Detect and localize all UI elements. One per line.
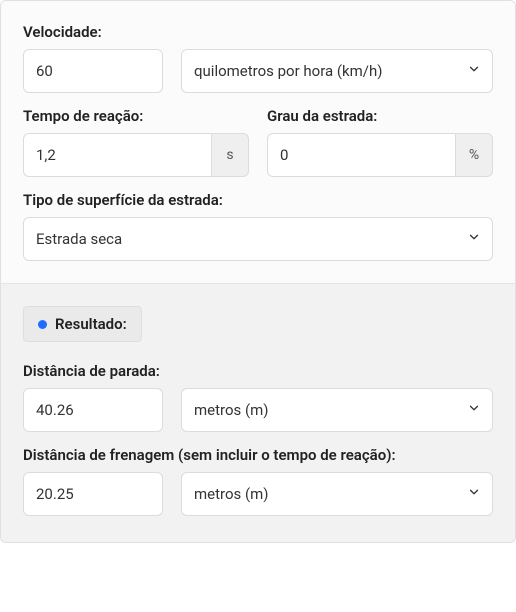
speed-label: Velocidade: bbox=[23, 23, 493, 41]
braking-distance-output[interactable] bbox=[23, 472, 163, 516]
stopping-distance-form: Velocidade: quilometros por hora (km/h) … bbox=[0, 0, 516, 543]
result-dot-icon bbox=[38, 320, 47, 329]
inputs-section: Velocidade: quilometros por hora (km/h) … bbox=[1, 1, 515, 283]
results-section: Resultado: Distância de parada: metros (… bbox=[1, 283, 515, 542]
result-heading: Resultado: bbox=[55, 315, 127, 333]
braking-distance-unit-select[interactable]: metros (m) bbox=[181, 472, 493, 516]
stopping-distance-output[interactable] bbox=[23, 388, 163, 432]
speed-unit-select[interactable]: quilometros por hora (km/h) bbox=[181, 49, 493, 93]
stopping-distance-unit-select[interactable]: metros (m) bbox=[181, 388, 493, 432]
reaction-label: Tempo de reação: bbox=[23, 107, 249, 125]
road-grade-input[interactable] bbox=[267, 133, 455, 177]
reaction-time-input[interactable] bbox=[23, 133, 211, 177]
result-heading-chip: Resultado: bbox=[23, 306, 142, 342]
grade-unit-addon: % bbox=[455, 133, 493, 177]
stopping-distance-label: Distância de parada: bbox=[23, 362, 493, 380]
speed-input[interactable] bbox=[23, 49, 163, 93]
surface-label: Tipo de superfície da estrada: bbox=[23, 191, 493, 209]
braking-distance-label: Distância de frenagem (sem incluir o tem… bbox=[23, 446, 493, 464]
reaction-unit-addon: s bbox=[211, 133, 249, 177]
grade-label: Grau da estrada: bbox=[267, 107, 493, 125]
surface-type-select[interactable]: Estrada seca bbox=[23, 217, 493, 261]
